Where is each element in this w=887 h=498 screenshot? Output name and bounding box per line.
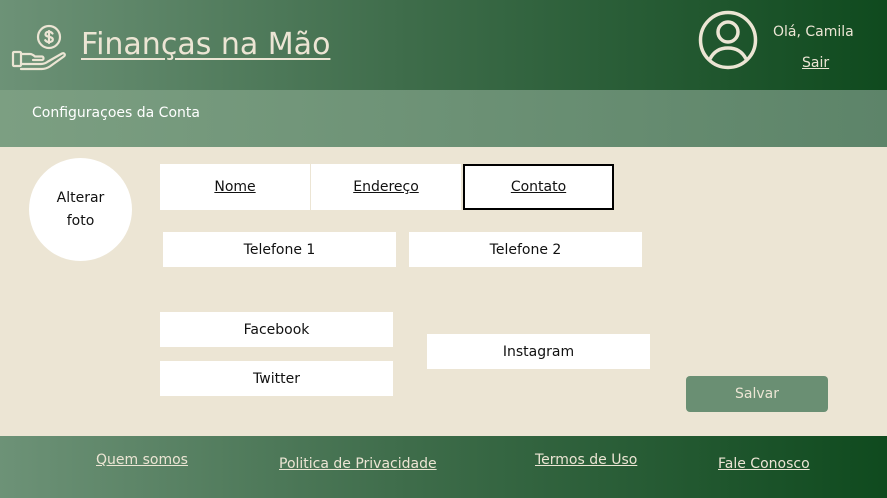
phone1-input[interactable]	[163, 232, 396, 267]
tab-name[interactable]: Nome	[160, 164, 310, 210]
tab-address[interactable]: Endereço	[311, 164, 461, 210]
footer-link-about[interactable]: Quem somos	[96, 452, 188, 468]
change-photo-label: Alterar foto	[56, 189, 105, 229]
tab-contact-label: Contato	[510, 179, 567, 195]
user-greeting: Olá, Camila	[773, 24, 854, 40]
user-avatar-icon[interactable]	[697, 9, 759, 71]
page-title: Configuraçoes da Conta	[32, 105, 200, 121]
tab-address-label: Endereço	[353, 179, 419, 195]
footer-link-contact[interactable]: Fale Conosco	[718, 456, 810, 472]
tab-contact[interactable]: Contato	[463, 164, 614, 210]
phone2-input[interactable]	[409, 232, 642, 267]
twitter-input[interactable]	[160, 361, 393, 396]
footer-link-terms[interactable]: Termos de Uso	[535, 452, 637, 468]
tab-name-label: Nome	[214, 179, 256, 195]
change-photo-button[interactable]: Alterar foto	[29, 158, 132, 261]
facebook-input[interactable]	[160, 312, 393, 347]
brand-title[interactable]: Finanças na Mão	[81, 27, 330, 62]
save-button[interactable]: Salvar	[686, 376, 828, 412]
footer-link-privacy[interactable]: Politica de Privacidade	[279, 456, 437, 472]
logout-link[interactable]: Sair	[802, 55, 829, 71]
instagram-input[interactable]	[427, 334, 650, 369]
hand-money-icon	[11, 24, 66, 71]
